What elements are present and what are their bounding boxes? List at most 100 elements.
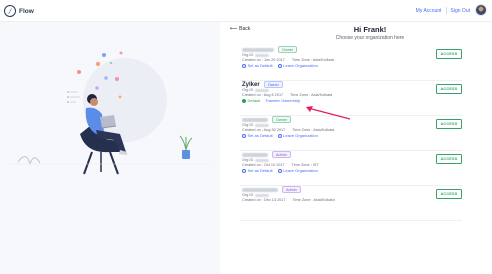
back-label: Back bbox=[239, 26, 251, 32]
created-date: Created on : Jun 29 2017 bbox=[242, 58, 285, 62]
person-with-laptop-illustration bbox=[10, 51, 210, 175]
back-button[interactable]: ⟵ Back bbox=[230, 26, 250, 32]
top-bar: / Flow My Account Sign Out bbox=[0, 0, 492, 22]
floating-dot-icon bbox=[104, 76, 108, 80]
organization-meta: Created on : Aug 8 2017 Time Zone : Asia/… bbox=[242, 93, 332, 97]
link-icon bbox=[242, 133, 246, 138]
page-title: Hi Frank! bbox=[353, 25, 387, 34]
organization-meta: Created on : Oct 10 2017 Time Zone : IST bbox=[242, 163, 319, 167]
role-badge: Admin bbox=[282, 186, 301, 193]
organization-id: Org ID bbox=[242, 158, 270, 162]
person-face bbox=[90, 98, 98, 106]
organization-id: Org ID bbox=[242, 88, 270, 92]
floating-dot-icon bbox=[118, 95, 122, 99]
leave-icon bbox=[277, 63, 282, 68]
access-button[interactable]: ACCESS bbox=[436, 154, 462, 164]
redacted-organization-id bbox=[255, 123, 270, 127]
organization-id: Org ID bbox=[242, 123, 270, 127]
plant-leaves bbox=[179, 135, 193, 151]
action-label: Set as Default bbox=[247, 63, 273, 68]
link-icon bbox=[242, 168, 246, 173]
organization-name-group: Owner bbox=[242, 116, 292, 123]
organization-name: Zylker bbox=[242, 81, 260, 88]
organization-name-group: Owner bbox=[242, 46, 298, 53]
created-date: Created on : Aug 30 2017 bbox=[242, 128, 286, 132]
greeting-block: Hi Frank! Choose your organization here bbox=[310, 25, 430, 41]
role-badge: Owner bbox=[263, 81, 283, 88]
role-badge: Owner bbox=[272, 116, 292, 123]
floating-dot-icon bbox=[119, 51, 123, 55]
action-label: Set as Default bbox=[247, 133, 273, 138]
redacted-organization-name bbox=[242, 47, 274, 52]
floating-dot-icon bbox=[109, 61, 113, 65]
default-indicator: Default bbox=[242, 98, 260, 103]
transfer-ownership-link[interactable]: Transfer Ownership bbox=[265, 98, 300, 103]
organization-meta: Created on : Dec 13 2017 Time Zone : Asia… bbox=[242, 198, 335, 202]
organization-name-group: Zylker Owner bbox=[242, 81, 283, 88]
leave-icon bbox=[277, 133, 282, 138]
access-button[interactable]: ACCESS bbox=[436, 119, 462, 129]
floating-dot-icon bbox=[102, 53, 106, 57]
leave-icon bbox=[277, 168, 282, 173]
organization-name-group: Admin bbox=[242, 186, 301, 193]
access-button[interactable]: ACCESS bbox=[436, 189, 462, 199]
redacted-organization-id bbox=[255, 158, 270, 162]
role-badge: Owner bbox=[278, 46, 298, 53]
organization-id: Org ID bbox=[242, 53, 270, 57]
redacted-organization-id bbox=[255, 193, 270, 197]
leave-organization-link[interactable]: Leave Organization bbox=[277, 63, 318, 68]
set-as-default-link[interactable]: Set as Default bbox=[242, 63, 273, 68]
floating-dot-icon bbox=[95, 86, 99, 90]
access-button[interactable]: ACCESS bbox=[436, 84, 462, 94]
organization-id: Org ID bbox=[242, 193, 270, 197]
time-zone: Time Zone : Asia/Kolkata bbox=[292, 198, 335, 202]
created-date: Created on : Aug 8 2017 bbox=[242, 93, 284, 97]
time-zone: Time Zone : Asia/Kolkata bbox=[292, 128, 335, 132]
organization-id-label: Org ID bbox=[242, 193, 254, 197]
organization-row: Owner Org ID Created on : Jun 29 2017 Time … bbox=[240, 46, 462, 81]
my-account-link[interactable]: My Account bbox=[416, 8, 442, 14]
created-date: Created on : Dec 13 2017 bbox=[242, 198, 286, 202]
floating-dot-icon bbox=[115, 77, 119, 81]
user-avatar-icon[interactable] bbox=[475, 4, 487, 16]
organization-actions: Set as Default Leave Organization bbox=[242, 168, 318, 173]
set-as-default-link[interactable]: Set as Default bbox=[242, 133, 273, 138]
action-label: Default bbox=[247, 98, 261, 103]
time-zone: Time Zone : IST bbox=[291, 163, 319, 167]
page-subtitle: Choose your organization here bbox=[335, 35, 405, 41]
redacted-organization-name bbox=[242, 187, 278, 192]
sign-out-link[interactable]: Sign Out bbox=[451, 8, 470, 14]
leave-organization-link[interactable]: Leave Organization bbox=[277, 168, 318, 173]
access-button[interactable]: ACCESS bbox=[436, 49, 462, 59]
logo-icon: / bbox=[4, 5, 16, 17]
action-label: Set as Default bbox=[247, 168, 273, 173]
action-label: Leave Organization bbox=[283, 63, 318, 68]
organization-name-group: Admin bbox=[242, 151, 291, 158]
time-zone: Time Zone : Asia/Kolkata bbox=[291, 58, 334, 62]
organization-id-label: Org ID bbox=[242, 53, 254, 57]
link-icon bbox=[242, 63, 246, 68]
action-label: Leave Organization bbox=[283, 168, 318, 173]
brand-logo[interactable]: / Flow bbox=[4, 5, 34, 17]
leave-organization-link[interactable]: Leave Organization bbox=[277, 133, 318, 138]
annotation-arrow-icon bbox=[306, 106, 351, 120]
redacted-organization-id bbox=[255, 53, 270, 57]
redacted-organization-id bbox=[255, 88, 270, 92]
check-circle-icon bbox=[242, 98, 246, 103]
time-zone: Time Zone : Asia/Kolkata bbox=[290, 93, 333, 97]
header-nav: My Account Sign Out bbox=[416, 7, 470, 14]
floating-dot-icon bbox=[77, 70, 81, 74]
action-label: Transfer Ownership bbox=[265, 98, 301, 103]
organization-actions: Default Transfer Ownership bbox=[242, 98, 300, 103]
created-date: Created on : Oct 10 2017 bbox=[242, 163, 285, 167]
set-as-default-link[interactable]: Set as Default bbox=[242, 168, 273, 173]
organization-actions: Set as Default Leave Organization bbox=[242, 133, 318, 138]
organization-row: Admin Org ID Created on : Dec 13 2017 Time … bbox=[240, 186, 462, 221]
action-label: Leave Organization bbox=[283, 133, 318, 138]
back-arrow-icon: ⟵ bbox=[230, 26, 238, 32]
organization-id-label: Org ID bbox=[242, 158, 254, 162]
chair-leg bbox=[109, 151, 119, 175]
ground-plant bbox=[17, 156, 41, 165]
redacted-organization-name bbox=[242, 152, 268, 157]
organization-meta: Created on : Aug 30 2017 Time Zone : Asia… bbox=[242, 128, 334, 132]
